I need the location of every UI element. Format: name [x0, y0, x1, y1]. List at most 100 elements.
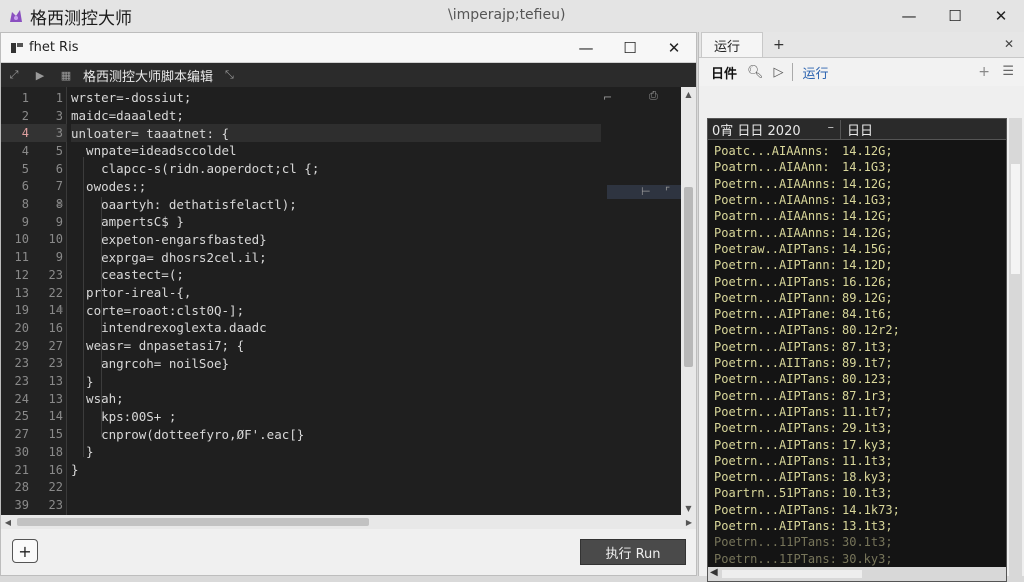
log-row[interactable]: Poetrn...AIAAnns: 14.12G; [708, 176, 1006, 192]
menu-icon[interactable]: ☰ [1002, 64, 1014, 79]
log-row[interactable]: Poetrn...AIPTans: 87.1t3; [708, 339, 1006, 355]
tab-script-editor[interactable]: 格西测控大师脚本编辑 [83, 66, 213, 85]
run-log-button[interactable]: 运行 [803, 63, 829, 82]
log-row[interactable]: Poetrn...AIPTans: 18.ky3; [708, 469, 1006, 485]
log-header-time[interactable]: 0宵 日日 2020 – [708, 120, 840, 139]
code-line[interactable]: wnpate=ideadsccoldel [71, 142, 601, 160]
add-script-button[interactable]: + [12, 539, 38, 563]
log-row[interactable]: Poartrn..51PTans: 10.1t3; [708, 485, 1006, 501]
line-number[interactable]: 13 22 [1, 284, 67, 302]
app-minimize-button[interactable]: — [886, 0, 932, 32]
log-vertical-thumb[interactable] [1011, 164, 1020, 274]
log-row[interactable]: Poatrn...AIAAnns: 14.12G; [708, 208, 1006, 224]
code-line[interactable]: intendrexoglexta.daadc [71, 319, 601, 337]
play-icon[interactable]: ▶ [27, 63, 53, 87]
run-button[interactable]: 执行 Run [580, 539, 686, 565]
log-vertical-scrollbar[interactable] [1009, 118, 1022, 582]
line-number[interactable]: 20 16 [1, 319, 67, 337]
line-number[interactable]: 28 22 [1, 478, 67, 496]
forward-icon[interactable]: ▷ [774, 65, 784, 80]
code-line[interactable]: angrcoh= noilSoe} [71, 355, 601, 373]
line-number[interactable]: 27 15 [1, 425, 67, 443]
log-row[interactable]: Poetrn...AIPTans: 11.1t7; [708, 404, 1006, 420]
code-line[interactable]: } [71, 461, 601, 479]
line-number[interactable]: 29 27 [1, 337, 67, 355]
fold-icon[interactable]: ≡ [57, 199, 63, 210]
log-row[interactable]: Poetrn...AIPTans: 14.1k73; [708, 502, 1006, 518]
code-line[interactable] [71, 496, 601, 514]
editor-maximize-button[interactable]: ☐ [608, 33, 652, 63]
code-line[interactable]: oaartyh: dethatisfelactl); [71, 195, 601, 213]
log-row[interactable]: Poetrn...AIPTann: 89.12G; [708, 290, 1006, 306]
log-row[interactable]: Poetrn...1IPTans: 30.ky3; [708, 551, 1006, 567]
log-row[interactable]: Poetrn...AIITans: 89.1t7; [708, 355, 1006, 371]
code-line[interactable]: cnprow(dotteefyro,ØF'.eac[} [71, 425, 601, 443]
code-line[interactable]: } [71, 372, 601, 390]
log-row[interactable]: Poetrn...11PTans: 30.1t3; [708, 534, 1006, 550]
pin-icon[interactable]: ⤡ [225, 68, 234, 82]
code-line[interactable]: wrster=-dossiut; [71, 89, 601, 107]
line-number[interactable]: 39 23 [1, 496, 67, 514]
code-line[interactable]: exprga= dhosrs2cel.il; [71, 248, 601, 266]
line-number[interactable]: 12 23 [1, 266, 67, 284]
editor-close-button[interactable]: ✕ [652, 33, 696, 63]
code-line[interactable]: weasr= dnpasetasi7; { [71, 337, 601, 355]
log-header-date[interactable]: 日日 [840, 119, 873, 139]
line-number[interactable]: 8 8 ≡ [1, 195, 67, 213]
add-log-button[interactable]: + [978, 64, 990, 80]
line-number[interactable]: 21 16 [1, 461, 67, 479]
scroll-left-icon[interactable]: ◀ [1, 515, 15, 529]
log-row[interactable]: Poetrn...AIPTane: 84.1t6; [708, 306, 1006, 322]
scroll-up-icon[interactable]: ▲ [681, 87, 696, 101]
log-row[interactable]: Poetrn...AIPTans: 11.1t3; [708, 453, 1006, 469]
code-line[interactable] [71, 478, 601, 496]
log-row[interactable]: Poetrn...AIPTans: 17.ky3; [708, 436, 1006, 452]
log-row[interactable]: Poetrn...AIPTans: 29.1t3; [708, 420, 1006, 436]
log-scroll-left-icon[interactable]: ◀ [710, 567, 718, 578]
breakpoint-icon[interactable]: ⌜ [665, 185, 670, 198]
line-number[interactable]: 99 [1, 213, 67, 231]
log-row[interactable]: Poatc...AIAAnns: 14.12G; [708, 143, 1006, 159]
vertical-scroll-thumb[interactable] [684, 187, 693, 367]
log-row[interactable]: Poetrn...AIPTans: 13.1t3; [708, 518, 1006, 534]
line-number[interactable]: 67 [1, 178, 67, 196]
line-number[interactable]: 11 [1, 89, 67, 107]
log-horizontal-scrollbar[interactable]: ◀ [708, 567, 1006, 581]
line-number[interactable]: 23 [1, 107, 67, 125]
horizontal-scroll-thumb[interactable] [17, 518, 369, 526]
line-number[interactable]: 45 [1, 142, 67, 160]
code-line[interactable]: wsah; [71, 390, 601, 408]
line-number[interactable]: 25 14 [1, 408, 67, 426]
line-number[interactable]: 10 10 [1, 231, 67, 249]
file-grid-icon[interactable]: ▦ [53, 63, 79, 87]
sort-icon[interactable]: – [828, 120, 835, 135]
code-line[interactable]: clapcc-s(ridn.aoperdoct;cl {; [71, 160, 601, 178]
code-line[interactable]: maidc=daaaledt; [71, 107, 601, 125]
app-maximize-button[interactable]: ☐ [932, 0, 978, 32]
line-number[interactable]: 24 13 [1, 390, 67, 408]
code-line[interactable]: ampertsC$ } [71, 213, 601, 231]
scroll-down-icon[interactable]: ▼ [681, 501, 696, 515]
bookmark-icon[interactable]: ⎙ [649, 89, 658, 103]
expand-icon[interactable]: ⤢ [1, 63, 27, 87]
scroll-right-icon[interactable]: ▶ [682, 515, 696, 529]
log-row[interactable]: Poetrn...AIPTans: 80.123; [708, 371, 1006, 387]
search-icon[interactable]: 🔍︎ [747, 65, 764, 80]
code-line[interactable]: unloater= taaatnet: { [71, 124, 601, 143]
editor-minimize-button[interactable]: — [564, 33, 608, 63]
step-into-icon[interactable]: ⊢ [641, 185, 651, 198]
code-editor[interactable]: 1 1 2 3 4 3 4 5 5 6 6 7 8 8 ≡ 9 9 10 10 11 9 12 23 13 22 19 14 ≡ 20 1… [1, 87, 681, 515]
app-close-button[interactable]: ✕ [978, 0, 1024, 32]
code-line[interactable]: expeton-engarsfbasted} [71, 231, 601, 249]
log-row[interactable]: Poatrn...AIAAnns: 14.12G; [708, 225, 1006, 241]
log-row[interactable]: Poetraw..AIPTans: 14.15G; [708, 241, 1006, 257]
line-number[interactable]: 19 14 ≡ [1, 301, 67, 319]
code-line[interactable]: kps:00S+ ; [71, 408, 601, 426]
add-tab-button[interactable]: + [773, 32, 785, 57]
editor-vertical-scrollbar[interactable]: ▲ ▼ [681, 87, 696, 515]
log-row[interactable]: Poetrn...AIPTans: 16.126; [708, 273, 1006, 289]
log-row[interactable]: Poetrn...AIPTans: 80.12r2; [708, 322, 1006, 338]
line-number[interactable]: 23 23 [1, 355, 67, 373]
log-row[interactable]: Poetrn...AIPTans: 87.1r3; [708, 388, 1006, 404]
line-number[interactable]: 11 9 [1, 248, 67, 266]
